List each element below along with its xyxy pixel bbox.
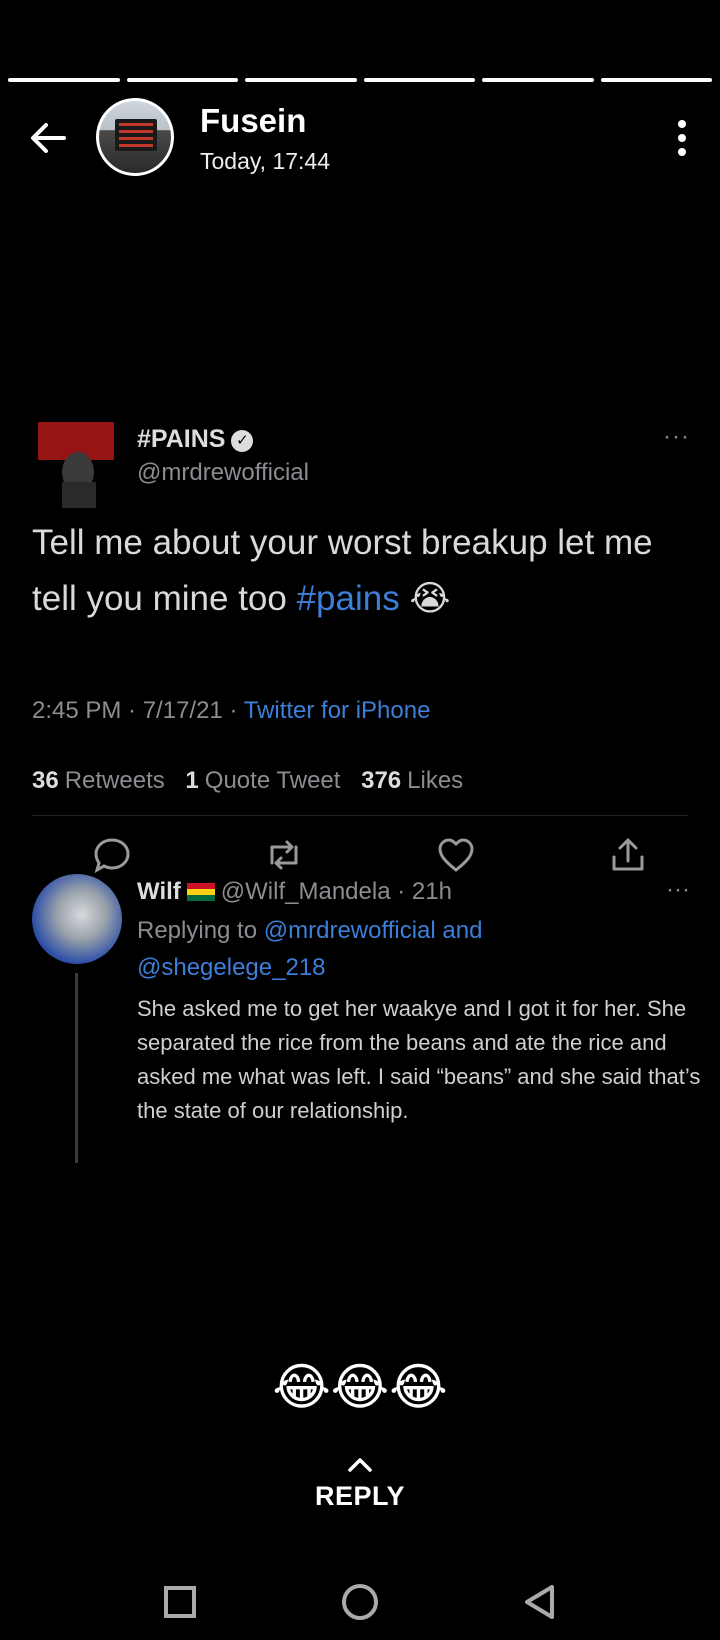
comment-icon — [94, 838, 130, 874]
author-name[interactable]: Fusein — [200, 102, 306, 140]
story-header: Fusein Today, 17:44 — [0, 98, 720, 178]
story-timestamp: Today, 17:44 — [200, 148, 331, 174]
more-vertical-icon[interactable] — [674, 118, 690, 158]
reply-button[interactable]: REPLY — [0, 1455, 720, 1512]
ghana-flag-icon — [186, 883, 215, 901]
share-icon — [612, 838, 644, 871]
progress-segment — [8, 78, 120, 82]
square-icon[interactable] — [158, 1580, 202, 1624]
system-nav-bar — [0, 1570, 720, 1640]
story-progress-bar — [8, 78, 712, 82]
progress-segment — [363, 78, 475, 82]
retweet-icon — [270, 840, 298, 870]
progress-segment — [126, 78, 238, 82]
tweet-actions — [90, 833, 650, 879]
story-caption: 😂😂😂 — [272, 1359, 448, 1415]
chevron-up-icon — [348, 1458, 372, 1472]
verified-badge-icon: ✓ — [231, 430, 254, 452]
tweet-handle: @mrdrewofficial — [137, 459, 309, 486]
arrow-left-icon[interactable] — [26, 116, 70, 160]
progress-segment — [600, 78, 712, 82]
reply-label: REPLY — [314, 1481, 406, 1511]
circle-icon[interactable] — [338, 1580, 382, 1624]
author-avatar[interactable] — [96, 98, 174, 176]
progress-segment — [245, 78, 357, 82]
avatar-picture — [115, 119, 157, 151]
replying-to: Replying to @mrdrewofficial and @shegele… — [137, 917, 483, 981]
more-horizontal-icon: ··· — [666, 876, 690, 903]
tweet-display-name: #PAINS ✓ — [137, 425, 254, 454]
divider — [32, 815, 688, 816]
tweet-stats: 36 Retweets 1 Quote Tweet 376 Likes — [32, 767, 464, 794]
tweet-author-avatar — [38, 422, 114, 508]
thread-line — [75, 973, 78, 1163]
tweet-meta: 2:45 PM · 7/17/21 · Twitter for iPhone — [32, 697, 431, 724]
reply-author-avatar — [32, 874, 122, 964]
tweet-text: Tell me about your worst breakup let me … — [32, 523, 653, 618]
tweet-screenshot: #PAINS ✓ @mrdrewofficial ··· Tell me abou… — [0, 415, 720, 1215]
heart-icon — [438, 838, 474, 872]
triangle-back-icon[interactable] — [518, 1580, 562, 1624]
reply-text: She asked me to get her waakye and I got… — [137, 996, 701, 1123]
progress-segment — [482, 78, 594, 82]
reply-header: Wilf @Wilf_Mandela · 21h — [137, 878, 452, 905]
more-horizontal-icon: ··· — [663, 423, 690, 450]
